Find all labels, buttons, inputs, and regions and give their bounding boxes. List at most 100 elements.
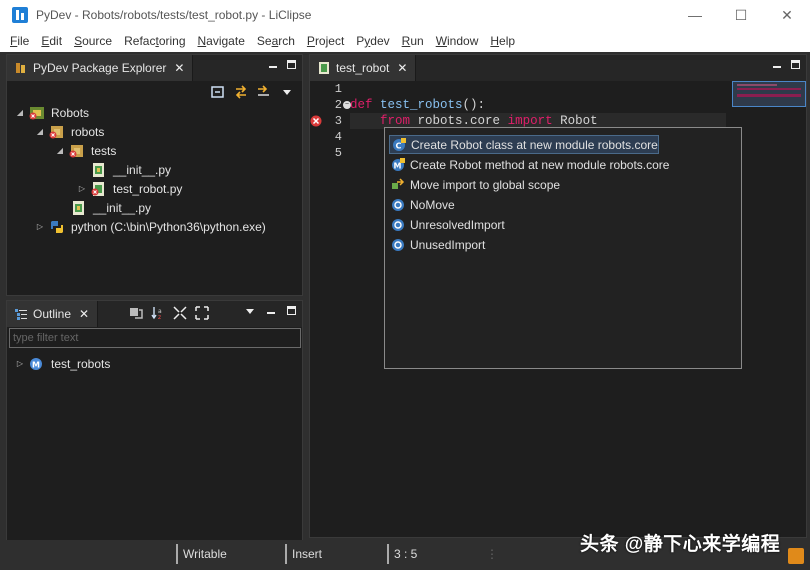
outline-icon bbox=[15, 309, 27, 320]
quickfix-label: NoMove bbox=[410, 197, 455, 212]
menu-pydev[interactable]: Pydev bbox=[350, 34, 395, 48]
tree-label: tests bbox=[91, 143, 117, 158]
tree-item-test-robot[interactable]: ▷ test_robot.py bbox=[7, 179, 302, 198]
tab-test-robot[interactable]: test_robot ✕ bbox=[310, 55, 417, 81]
minimize-view-icon[interactable] bbox=[773, 66, 781, 68]
minimap-overview[interactable] bbox=[732, 81, 806, 107]
line-number: 3 bbox=[310, 113, 348, 129]
quickfix-unresolved-import[interactable]: UnresolvedImport bbox=[389, 215, 505, 234]
menu-project[interactable]: Project bbox=[301, 34, 350, 48]
move-import-icon bbox=[392, 177, 405, 189]
minimize-view-icon[interactable] bbox=[267, 312, 275, 314]
status-grip: ⋮ bbox=[486, 547, 498, 561]
quickfix-create-class[interactable]: C Create Robot class at new module robot… bbox=[389, 135, 659, 154]
status-writable: Writable bbox=[183, 547, 227, 561]
quickfix-nomove[interactable]: NoMove bbox=[389, 195, 455, 214]
editor-tabbar: test_robot ✕ bbox=[310, 55, 806, 81]
quickfix-move-import[interactable]: Move import to global scope bbox=[389, 175, 560, 194]
function-icon: M bbox=[30, 357, 42, 370]
view-menu-icon[interactable] bbox=[245, 306, 255, 316]
expand-toggle-icon[interactable]: ◢ bbox=[55, 146, 65, 155]
expand-toggle-icon[interactable]: ◢ bbox=[15, 108, 25, 117]
code-line-1[interactable] bbox=[350, 81, 726, 97]
tree-item-tests-init[interactable]: __init__.py bbox=[7, 160, 302, 179]
quickfix-label: UnresolvedImport bbox=[410, 217, 505, 232]
menu-help[interactable]: Help bbox=[484, 34, 521, 48]
menu-window[interactable]: Window bbox=[430, 34, 485, 48]
status-insert-mode[interactable]: Insert bbox=[292, 547, 322, 561]
tree-item-robots-init[interactable]: __init__.py bbox=[7, 198, 302, 217]
tree-label: test_robot.py bbox=[113, 181, 183, 196]
minimize-view-icon[interactable] bbox=[269, 66, 277, 68]
collapse-all-icon[interactable] bbox=[211, 85, 225, 99]
close-tab-icon[interactable]: ✕ bbox=[79, 307, 89, 321]
line-number-gutter: 1 2 − 3 4 5 bbox=[310, 81, 351, 537]
menu-bar: File Edit Source Refactoring Navigate Se… bbox=[0, 30, 810, 52]
python-project-error-icon bbox=[29, 106, 44, 119]
link-with-editor-icon[interactable] bbox=[234, 85, 248, 99]
quick-fix-popup: C Create Robot class at new module robot… bbox=[384, 127, 742, 369]
collapse-icon[interactable] bbox=[173, 306, 187, 320]
python-interpreter-icon bbox=[51, 220, 63, 233]
close-button[interactable]: ✕ bbox=[764, 0, 810, 30]
hide-fields-icon[interactable] bbox=[129, 306, 143, 320]
sort-alphabetically-icon[interactable]: az bbox=[151, 306, 165, 320]
maximize-view-icon[interactable] bbox=[287, 306, 296, 315]
package-explorer-tabbar: PyDev Package Explorer ✕ bbox=[7, 55, 302, 81]
view-controls bbox=[773, 60, 800, 69]
tree-label: python (C:\bin\Python36\python.exe) bbox=[71, 219, 266, 234]
menu-search[interactable]: Search bbox=[251, 34, 301, 48]
outline-tree: ▷ M test_robots bbox=[7, 354, 302, 373]
expand-icon[interactable] bbox=[195, 306, 209, 320]
quickfix-create-method[interactable]: M Create Robot method at new module robo… bbox=[389, 155, 669, 174]
window-controls: — ☐ ✕ bbox=[672, 0, 810, 30]
maximize-view-icon[interactable] bbox=[287, 60, 296, 69]
outline-item-test-robots[interactable]: ▷ M test_robots bbox=[7, 354, 302, 373]
tree-item-python-interpreter[interactable]: ▷ python (C:\bin\Python36\python.exe) bbox=[7, 217, 302, 236]
tree-item-tests-package[interactable]: ◢ tests bbox=[7, 141, 302, 160]
python-file-icon bbox=[73, 200, 84, 215]
menu-file[interactable]: File bbox=[4, 34, 35, 48]
window-title: PyDev - Robots/robots/tests/test_robot.p… bbox=[36, 8, 312, 22]
package-error-icon bbox=[49, 125, 63, 138]
minimap-line bbox=[737, 84, 777, 86]
quickfix-unused-import[interactable]: UnusedImport bbox=[389, 235, 485, 254]
status-cursor-position[interactable]: 3 : 5 bbox=[394, 547, 417, 561]
view-menu-icon[interactable] bbox=[280, 85, 294, 99]
tree-item-robots-project[interactable]: ◢ Robots bbox=[7, 103, 302, 122]
tree-label: Robots bbox=[51, 105, 90, 120]
tab-package-explorer[interactable]: PyDev Package Explorer ✕ bbox=[7, 55, 194, 81]
tab-outline[interactable]: Outline ✕ bbox=[7, 301, 99, 327]
minimize-button[interactable]: — bbox=[672, 0, 718, 30]
filter-icon[interactable] bbox=[257, 85, 271, 99]
line-number: 4 bbox=[334, 130, 342, 144]
package-explorer-toolbar bbox=[211, 85, 294, 99]
menu-refactoring[interactable]: Refactoring bbox=[118, 34, 191, 48]
quickfix-label: Create Robot class at new module robots.… bbox=[411, 137, 658, 152]
tab-label: Outline bbox=[33, 307, 72, 321]
view-controls bbox=[245, 306, 296, 316]
status-separator bbox=[387, 544, 389, 564]
outline-filter-input[interactable] bbox=[9, 328, 301, 348]
code-line-2[interactable]: def test_robots(): bbox=[350, 97, 726, 113]
suppress-icon bbox=[392, 198, 404, 211]
view-controls bbox=[269, 60, 296, 69]
menu-navigate[interactable]: Navigate bbox=[192, 34, 251, 48]
quickfix-label: Create Robot method at new module robots… bbox=[410, 157, 670, 172]
close-tab-icon[interactable]: ✕ bbox=[174, 61, 184, 75]
create-class-icon: C bbox=[393, 137, 406, 151]
expand-toggle-icon[interactable]: ▷ bbox=[77, 184, 87, 193]
menu-edit[interactable]: Edit bbox=[35, 34, 68, 48]
expand-toggle-icon[interactable]: ▷ bbox=[15, 359, 25, 368]
python-file-icon bbox=[319, 62, 329, 74]
expand-toggle-icon[interactable]: ◢ bbox=[35, 127, 45, 136]
close-tab-icon[interactable]: ✕ bbox=[397, 61, 407, 75]
menu-run[interactable]: Run bbox=[396, 34, 430, 48]
tree-item-robots-package[interactable]: ◢ robots bbox=[7, 122, 302, 141]
menu-source[interactable]: Source bbox=[68, 34, 118, 48]
liclipse-logo-icon bbox=[12, 7, 28, 23]
maximize-view-icon[interactable] bbox=[791, 60, 800, 69]
maximize-button[interactable]: ☐ bbox=[718, 0, 764, 30]
expand-toggle-icon[interactable]: ▷ bbox=[35, 222, 45, 231]
error-marker-icon[interactable] bbox=[310, 115, 322, 127]
